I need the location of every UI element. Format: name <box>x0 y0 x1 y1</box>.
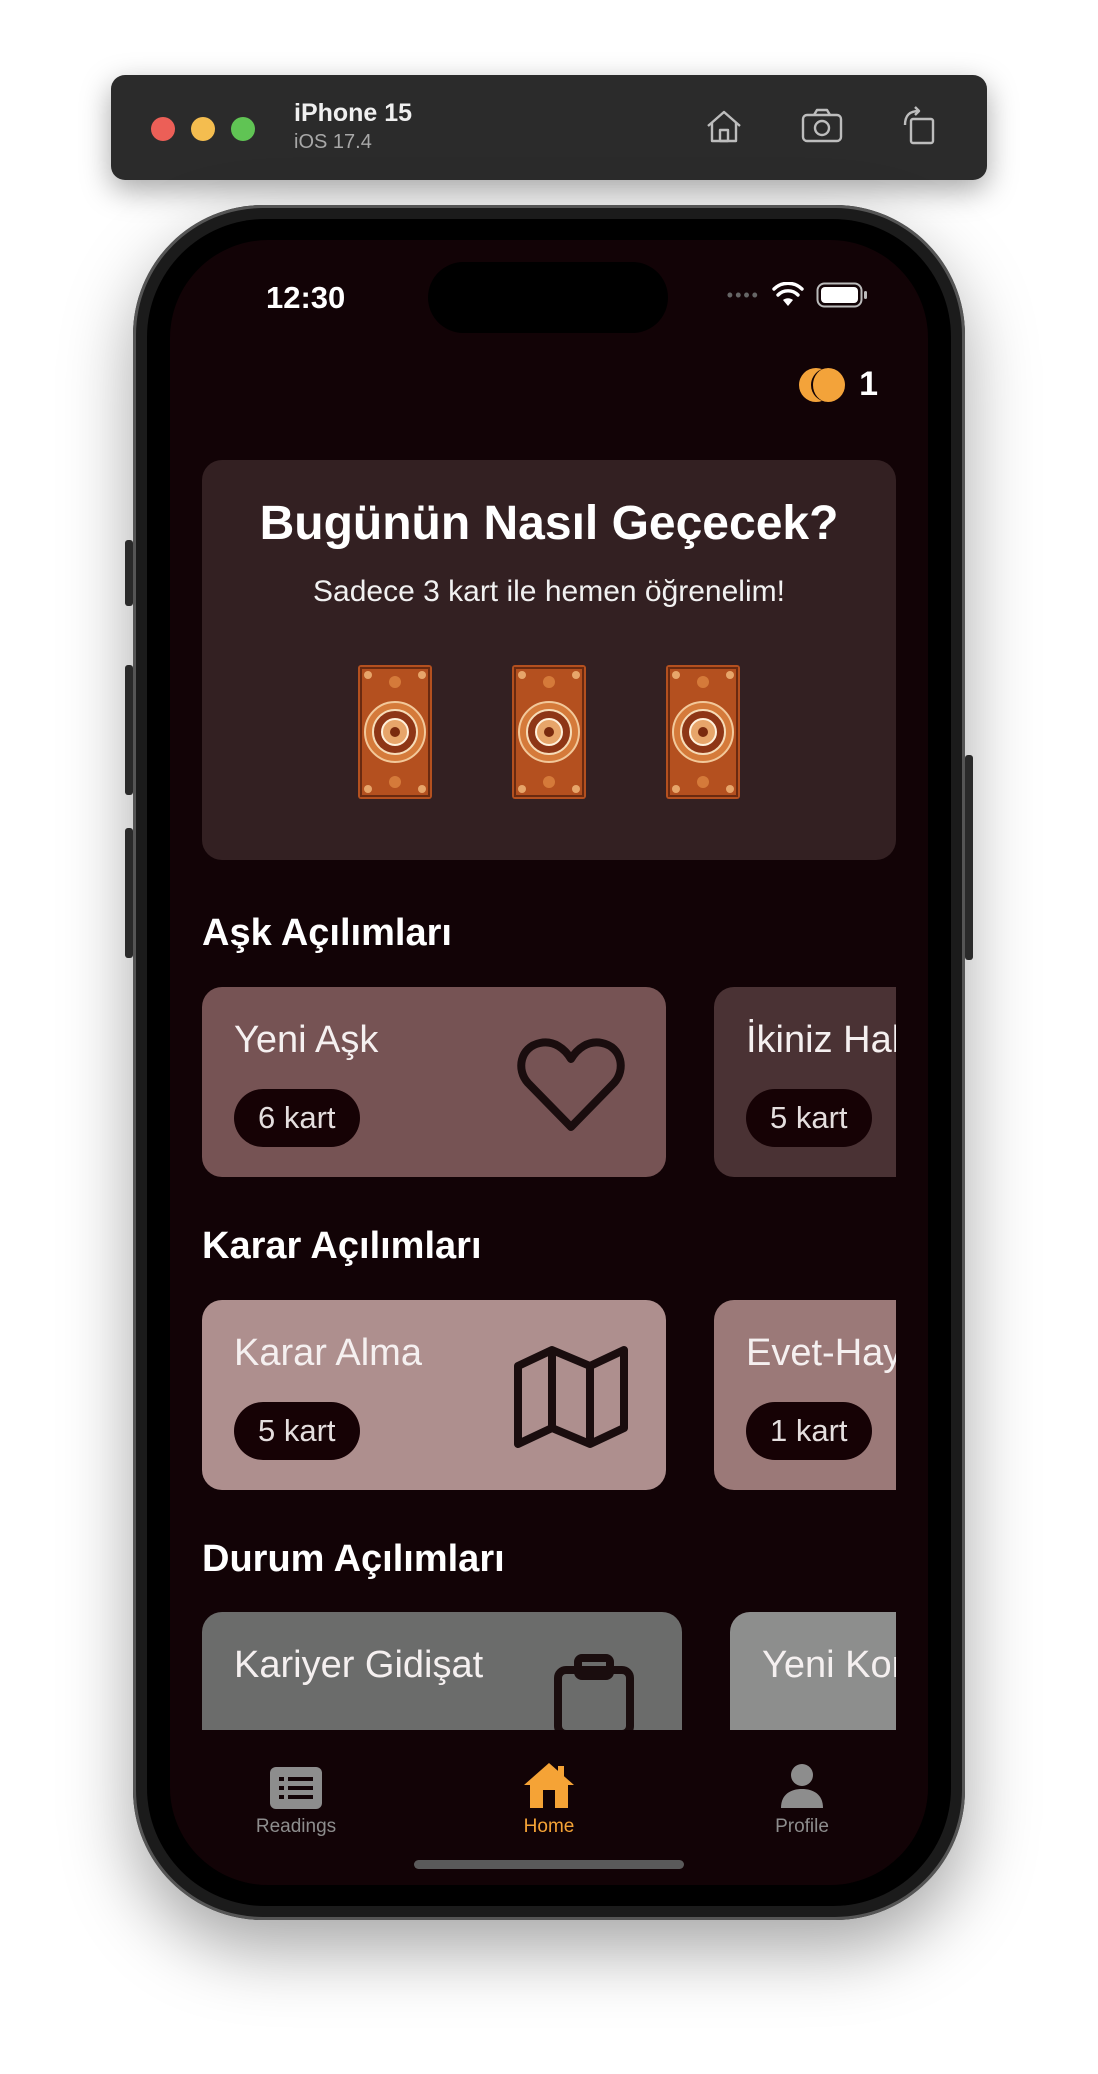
action-button <box>125 540 133 606</box>
wifi-icon <box>772 282 804 306</box>
clipboard-icon <box>554 1654 634 1730</box>
status-icons: •••• <box>727 280 868 310</box>
card-count-badge: 1 kart <box>746 1402 872 1460</box>
person-icon <box>781 1764 823 1808</box>
screenshot-icon[interactable] <box>799 103 845 149</box>
device-name: iPhone 15 <box>294 99 413 127</box>
tarot-card-back[interactable] <box>666 665 740 799</box>
rotate-icon[interactable] <box>897 103 943 149</box>
cellular-dots-icon: •••• <box>726 284 760 305</box>
tarot-card-back[interactable] <box>512 665 586 799</box>
tab-readings[interactable]: Readings <box>226 1766 366 1838</box>
spread-card-title: Evet-Hay <box>746 1332 896 1374</box>
volume-down-button <box>125 828 133 958</box>
home-icon <box>524 1763 574 1808</box>
spread-card-kariyer[interactable]: Kariyer Gidişat <box>202 1612 682 1730</box>
tarot-card-back[interactable] <box>358 665 432 799</box>
tab-profile[interactable]: Profile <box>732 1762 872 1838</box>
status-time: 12:30 <box>266 280 346 315</box>
simulator-toolbar: iPhone 15 iOS 17.4 <box>111 75 987 180</box>
spread-card-title: Kariyer Gidişat <box>234 1644 484 1686</box>
daily-reading-card[interactable]: Bugünün Nasıl Geçecek? Sadece 3 kart ile… <box>202 460 896 860</box>
volume-up-button <box>125 665 133 795</box>
minimize-window-button[interactable] <box>191 117 215 141</box>
section-title-decision: Karar Açılımları <box>202 1225 482 1267</box>
spread-card-yeni-ask[interactable]: Yeni Aşk 6 kart <box>202 987 666 1177</box>
daily-reading-subtitle: Sadece 3 kart ile hemen öğrenelim! <box>313 575 785 608</box>
daily-reading-title: Bugünün Nasıl Geçecek? <box>259 497 839 550</box>
card-count-badge: 6 kart <box>234 1089 360 1147</box>
os-version: iOS 17.4 <box>294 131 372 153</box>
coin-balance[interactable]: 1 <box>799 365 878 404</box>
coins-icon <box>799 367 846 402</box>
love-spreads-row: Yeni Aşk 6 kart İkiniz Hal 5 kart <box>202 987 896 1177</box>
battery-icon <box>816 282 867 308</box>
tab-home[interactable]: Home <box>479 1760 619 1838</box>
spread-card-title: Yeni Kon <box>762 1644 896 1686</box>
dynamic-island <box>428 262 668 333</box>
spread-card-karar-alma[interactable]: Karar Alma 5 kart <box>202 1300 666 1490</box>
home-icon[interactable] <box>701 103 747 149</box>
section-title-love: Aşk Açılımları <box>202 912 452 954</box>
spread-card-yeni-kon[interactable]: Yeni Kon <box>730 1612 896 1730</box>
app-screen: 12:30 •••• 1 Bugünün Nasıl Geçecek? Sade… <box>170 240 928 1885</box>
coin-count: 1 <box>859 365 878 403</box>
card-count-badge: 5 kart <box>234 1402 360 1460</box>
power-button <box>965 755 973 960</box>
section-title-situation: Durum Açılımları <box>202 1538 505 1580</box>
tab-label: Readings <box>255 1816 337 1837</box>
spread-card-ikiniz-hal[interactable]: İkiniz Hal 5 kart <box>714 987 896 1177</box>
list-icon <box>270 1767 322 1809</box>
close-window-button[interactable] <box>151 117 175 141</box>
map-icon <box>514 1346 628 1448</box>
card-count-badge: 5 kart <box>746 1089 872 1147</box>
heart-icon <box>517 1038 625 1131</box>
spread-card-title: Yeni Aşk <box>234 1019 379 1061</box>
spread-card-evet-hayir[interactable]: Evet-Hay 1 kart <box>714 1300 896 1490</box>
tab-label: Profile <box>775 1816 829 1837</box>
spread-card-title: İkiniz Hal <box>746 1019 896 1061</box>
decision-spreads-row: Karar Alma 5 kart Evet-Hay 1 kart <box>202 1300 896 1490</box>
zoom-window-button[interactable] <box>231 117 255 141</box>
spread-card-title: Karar Alma <box>234 1332 422 1374</box>
home-indicator <box>414 1860 684 1869</box>
situation-spreads-row: Kariyer Gidişat Yeni Kon <box>202 1612 896 1730</box>
tab-label: Home <box>523 1816 575 1837</box>
